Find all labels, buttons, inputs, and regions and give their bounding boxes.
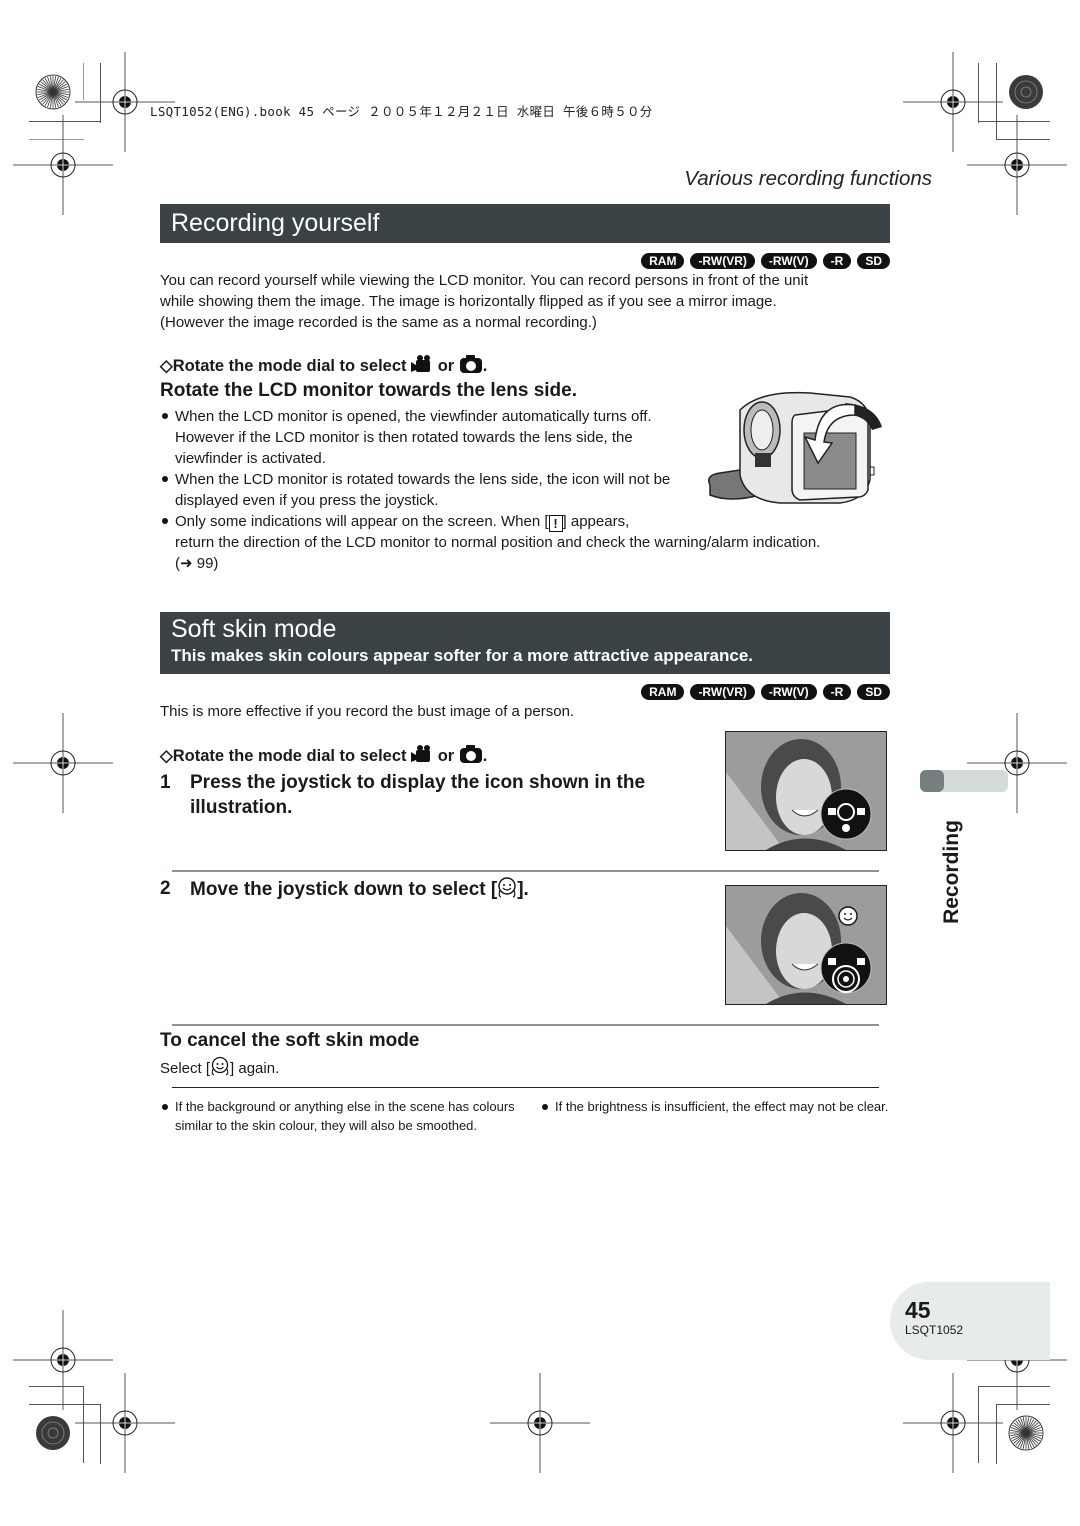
instruction-rotate-lcd: Rotate the LCD monitor towards the lens …: [160, 380, 577, 401]
divider: [172, 1087, 879, 1088]
prereq-text: Rotate the mode dial to select: [172, 357, 407, 375]
section-subtitle: This makes skin colours appear softer fo…: [171, 646, 754, 665]
camcorder-illustration: [708, 391, 882, 504]
starburst-mark-icon: [1008, 1415, 1044, 1451]
page-reference: (➜ 99): [175, 555, 219, 572]
intro-line: (However the image recorded is the same …: [160, 314, 597, 331]
cancel-text: ] again.: [230, 1060, 280, 1077]
registration-mark-icon: [75, 1373, 175, 1473]
side-tab-label: Recording: [940, 820, 963, 924]
portrait-illustration: [726, 732, 886, 850]
soft-skin-icon: [498, 877, 516, 898]
section-header-soft-skin: Soft skin mode This makes skin colours a…: [160, 612, 890, 674]
note-item: If the brightness is insufficient, the e…: [540, 1097, 890, 1116]
divider: [172, 870, 879, 872]
step-text-line: illustration.: [190, 797, 293, 818]
bullet-item: When the LCD monitor is opened, the view…: [160, 406, 690, 469]
prereq-mode-dial: ◇Rotate the mode dial to select or .: [160, 744, 487, 766]
cancel-text: Select [: [160, 1060, 211, 1077]
prereq-suffix: .: [482, 747, 488, 765]
step-text: Press the joystick to display the icon s…: [160, 770, 710, 820]
registration-mark-icon: [967, 713, 1067, 813]
cancel-heading: To cancel the soft skin mode: [160, 1030, 420, 1051]
dial-mark-icon: [36, 1416, 70, 1450]
bullet-item-warning: Only some indications will appear on the…: [160, 511, 900, 574]
intro-line: You can record yourself while viewing th…: [160, 272, 809, 289]
cancel-instruction: Select [ ] again.: [160, 1056, 279, 1079]
intro-line: while showing them the image. The image …: [160, 293, 777, 310]
section-title: Soft skin mode: [171, 615, 337, 643]
soft-skin-icon: [211, 1056, 229, 1076]
badge-rw-vr: -RW(VR): [690, 684, 755, 700]
document-code: LSQT1052: [905, 1323, 964, 1337]
page-number: 45: [905, 1297, 931, 1323]
badge-rw-vr: -RW(VR): [690, 253, 755, 269]
bullet-line: Only some indications will appear on the…: [160, 511, 900, 532]
bullet-text: return the direction of the LCD monitor …: [175, 534, 821, 551]
still-camera-icon: [459, 355, 482, 373]
prereq-suffix: .: [482, 357, 488, 375]
recording-yourself-bullets: When the LCD monitor is opened, the view…: [160, 406, 690, 511]
registration-mark-icon: [13, 713, 113, 813]
section-header-recording-yourself: Recording yourself: [160, 204, 890, 243]
prereq-text: Rotate the mode dial to select: [172, 747, 407, 765]
soft-skin-photo-step1: [725, 731, 887, 851]
registration-mark-icon: [967, 115, 1067, 215]
media-badges: RAM -RW(VR) -RW(V) -R SD: [560, 684, 890, 700]
step-text-part: ].: [517, 879, 529, 900]
recording-yourself-intro: You can record yourself while viewing th…: [160, 270, 900, 333]
bullet-item: When the LCD monitor is rotated towards …: [160, 469, 690, 511]
step-1: 1 Press the joystick to display the icon…: [160, 770, 710, 820]
section-title: Recording yourself: [171, 209, 380, 237]
video-camera-icon: [411, 355, 431, 372]
badge-sd: SD: [857, 684, 890, 700]
soft-skin-photo-step2: [725, 885, 887, 1005]
video-camera-icon: [411, 745, 431, 762]
badge-rw-v: -RW(V): [760, 253, 817, 269]
dial-mark-icon: [1009, 75, 1043, 109]
note-left: If the background or anything else in th…: [160, 1097, 520, 1135]
print-header-meta: LSQT1052(ENG).book 45 ページ ２００５年１２月２１日 水曜…: [150, 104, 653, 119]
diamond-icon: ◇: [160, 747, 173, 765]
registration-mark-icon: [903, 1373, 1003, 1473]
prereq-joiner: or: [437, 747, 455, 765]
diamond-icon: ◇: [160, 357, 173, 375]
step-text: Move the joystick down to select [].: [160, 876, 529, 902]
badge-ram: RAM: [641, 253, 685, 269]
note-item: If the background or anything else in th…: [160, 1097, 520, 1135]
prereq-joiner: or: [437, 357, 455, 375]
warning-icon: !: [548, 515, 563, 532]
media-badges: RAM -RW(VR) -RW(V) -R SD: [560, 253, 890, 269]
registration-mark-icon: [13, 115, 113, 215]
registration-mark-icon: [490, 1373, 590, 1473]
step-number: 1: [160, 772, 171, 793]
portrait-illustration: [726, 886, 886, 1004]
step-number: 2: [160, 878, 171, 899]
badge-ram: RAM: [641, 684, 685, 700]
step-text-line: Press the joystick to display the icon s…: [190, 772, 646, 793]
note-right: If the brightness is insufficient, the e…: [540, 1097, 890, 1116]
chapter-subtitle: Various recording functions: [684, 167, 932, 190]
side-tab-marker: [920, 770, 944, 792]
starburst-mark-icon: [35, 74, 71, 110]
badge-sd: SD: [857, 253, 890, 269]
still-camera-icon: [459, 745, 482, 763]
soft-skin-intro: This is more effective if you record the…: [160, 703, 575, 720]
step-2: 2 Move the joystick down to select [].: [160, 876, 529, 902]
step-text-part: Move the joystick down to select [: [190, 879, 498, 900]
badge-r: -R: [822, 253, 852, 269]
divider: [172, 1024, 879, 1026]
bullet-text: Only some indications will appear on the…: [175, 513, 549, 530]
badge-r: -R: [822, 684, 852, 700]
badge-rw-v: -RW(V): [760, 684, 817, 700]
bullet-text: ] appears,: [562, 513, 630, 530]
prereq-mode-dial: ◇Rotate the mode dial to select or .: [160, 354, 487, 376]
